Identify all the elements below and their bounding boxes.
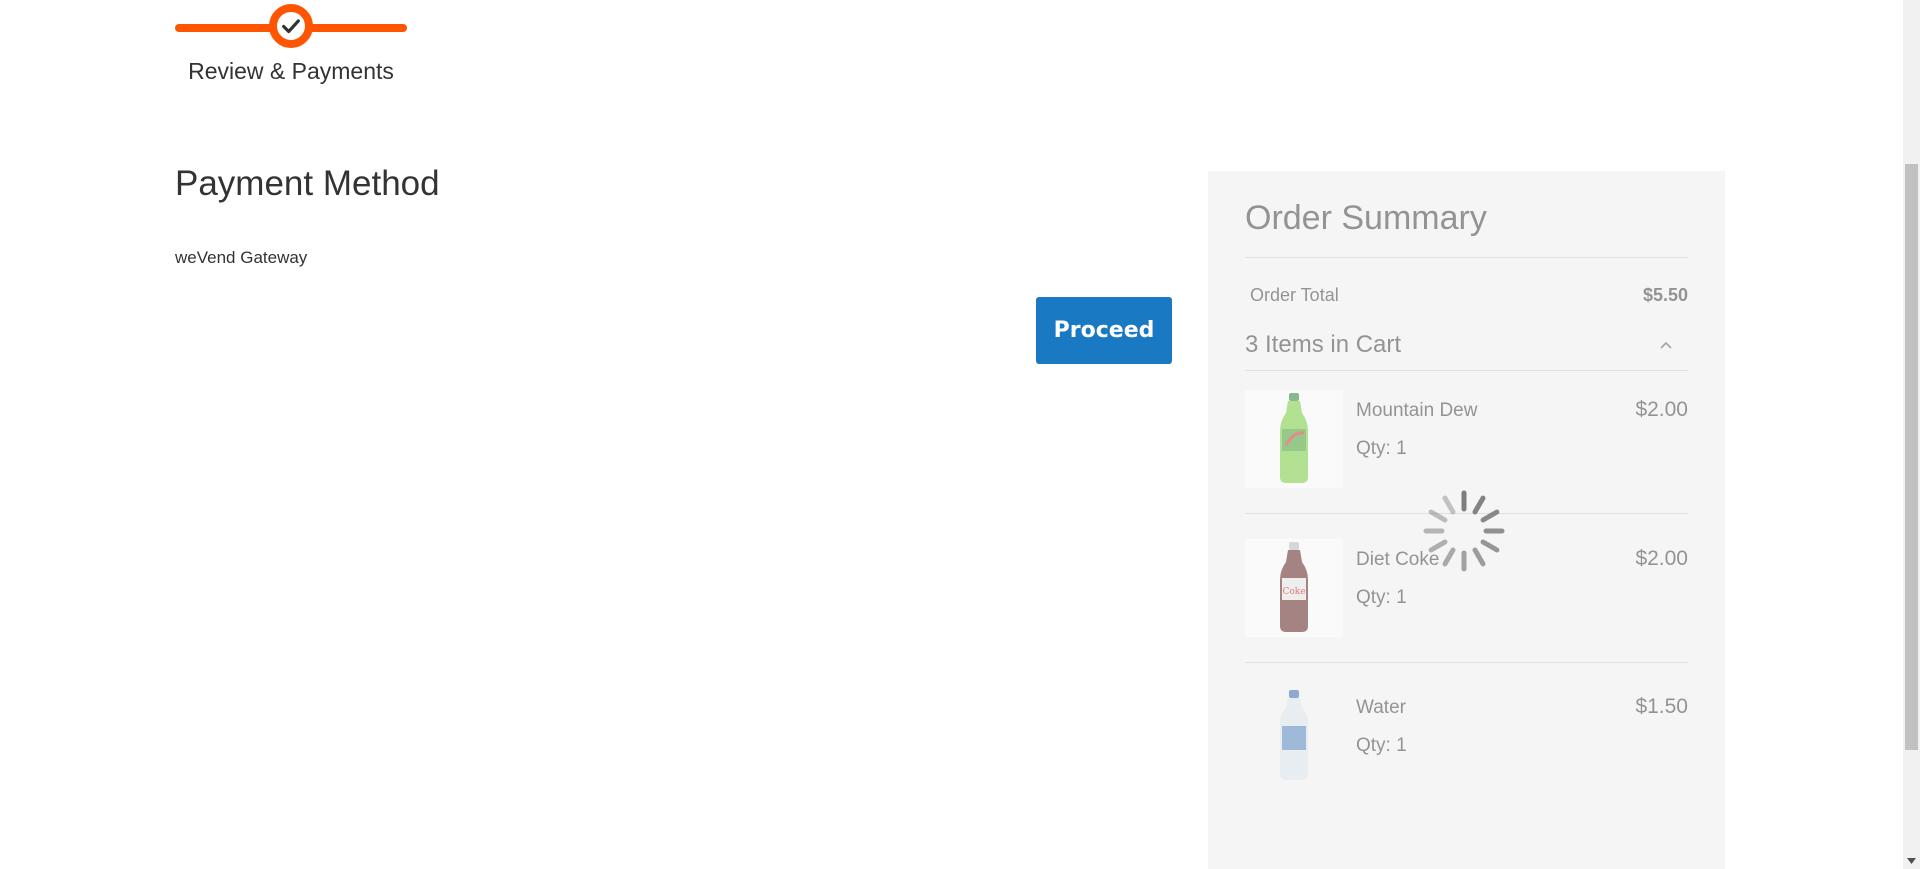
payment-method-title: Payment Method bbox=[175, 164, 440, 203]
item-name: Water bbox=[1356, 697, 1406, 718]
progress-step-label: Review & Payments bbox=[188, 58, 394, 84]
item-price: $2.00 bbox=[1635, 547, 1688, 570]
progress-step-node bbox=[269, 4, 313, 48]
item-qty: Qty: 1 bbox=[1356, 587, 1407, 608]
summary-divider bbox=[1245, 257, 1688, 258]
svg-text:Coke: Coke bbox=[1282, 587, 1305, 597]
item-price: $2.00 bbox=[1635, 398, 1688, 421]
product-thumbnail: Coke bbox=[1245, 539, 1343, 637]
loading-spinner-icon bbox=[1423, 490, 1505, 572]
product-thumbnail bbox=[1245, 390, 1343, 488]
order-total-value: $5.50 bbox=[1642, 285, 1688, 305]
water-bottle-icon bbox=[1280, 690, 1308, 780]
item-name: Mountain Dew bbox=[1356, 400, 1478, 421]
item-qty: Qty: 1 bbox=[1356, 438, 1407, 459]
product-thumbnail bbox=[1245, 687, 1343, 785]
chevron-up-icon[interactable] bbox=[1658, 337, 1674, 353]
check-icon bbox=[282, 19, 300, 34]
proceed-button[interactable]: Proceed bbox=[1036, 297, 1172, 364]
scroll-down-arrow-icon[interactable] bbox=[1903, 852, 1920, 869]
item-divider bbox=[1245, 662, 1688, 663]
mountain-dew-bottle-icon bbox=[1280, 393, 1308, 483]
cart-item: Water Qty: 1 $1.50 bbox=[1245, 687, 1688, 807]
order-summary-title: Order Summary bbox=[1245, 199, 1487, 237]
item-price: $1.50 bbox=[1635, 695, 1688, 718]
diet-coke-bottle-icon: Coke bbox=[1280, 542, 1308, 632]
order-total-label: Order Total bbox=[1250, 285, 1339, 305]
scrollbar-thumb[interactable] bbox=[1905, 164, 1918, 750]
vertical-scrollbar[interactable] bbox=[1903, 0, 1920, 869]
item-qty: Qty: 1 bbox=[1356, 735, 1407, 756]
checkout-progress: Review & Payments bbox=[175, 0, 407, 100]
cart-items-toggle[interactable]: 3 Items in Cart bbox=[1245, 331, 1401, 359]
payment-gateway-label: weVend Gateway bbox=[175, 248, 308, 267]
summary-divider bbox=[1245, 370, 1688, 371]
